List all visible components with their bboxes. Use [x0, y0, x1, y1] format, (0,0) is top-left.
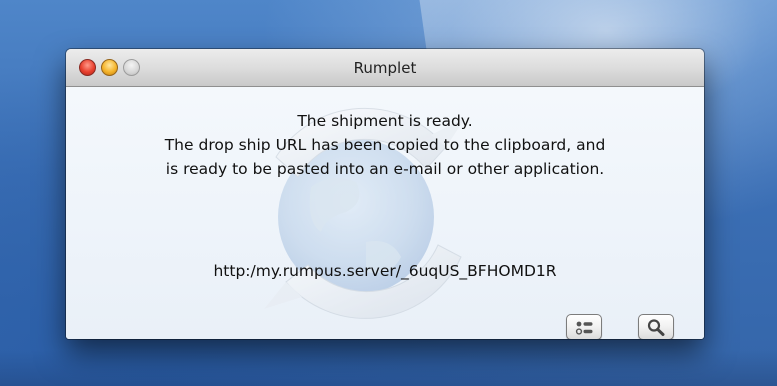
drop-ship-url[interactable]: http:/my.rumpus.server/_6uqUS_BFHOMD1R: [66, 262, 704, 280]
status-message: The shipment is ready. The drop ship URL…: [66, 109, 704, 181]
list-button[interactable]: [566, 314, 602, 339]
list-icon: [575, 321, 593, 335]
window-content: The shipment is ready. The drop ship URL…: [66, 87, 704, 339]
message-line-3: is ready to be pasted into an e-mail or …: [165, 160, 605, 178]
message-line-2: The drop ship URL has been copied to the…: [164, 136, 606, 154]
search-button[interactable]: [638, 314, 674, 339]
magnifier-icon: [647, 319, 665, 336]
alert-window: Rumplet The shipment is ready. The drop …: [66, 49, 704, 339]
desktop-bottom-shade: [0, 350, 777, 386]
window-title: Rumplet: [353, 59, 417, 77]
message-line-1: The shipment is ready.: [297, 112, 473, 130]
title-bar[interactable]: Rumplet: [66, 49, 704, 87]
